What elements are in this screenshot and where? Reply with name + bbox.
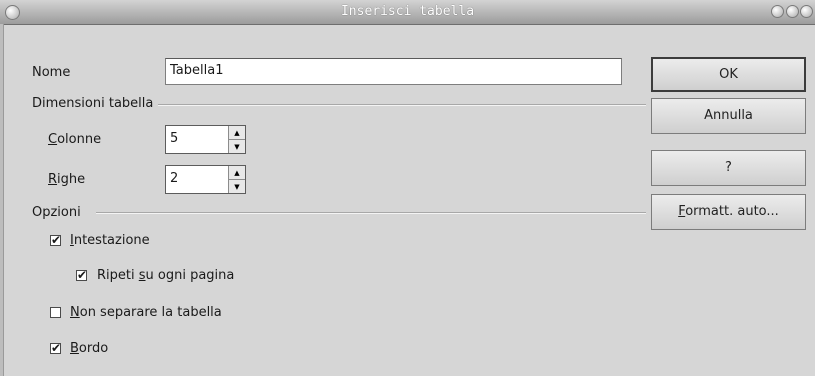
- columns-down-arrow-icon[interactable]: ▼: [229, 140, 245, 154]
- rows-spinbox[interactable]: 2 ▲ ▼: [165, 165, 246, 194]
- options-section-title: Opzioni: [32, 205, 81, 220]
- border-label-text: ordo: [78, 341, 109, 356]
- window-frame: [0, 24, 4, 376]
- repeat-heading-label-mnemonic: s: [138, 268, 146, 283]
- name-input-value: Tabella1: [170, 63, 224, 78]
- heading-label[interactable]: Intestazione: [70, 233, 150, 248]
- rows-label: Righe: [48, 172, 85, 187]
- border-label[interactable]: Bordo: [70, 341, 108, 356]
- dimensions-separator: [158, 104, 646, 106]
- border-label-mnemonic: B: [70, 341, 79, 356]
- autoformat-button-text: ormatt. auto...: [685, 204, 779, 219]
- columns-label-mnemonic: C: [48, 132, 58, 147]
- rows-label-text: ighe: [57, 172, 86, 187]
- rows-spin-arrows: ▲ ▼: [228, 166, 245, 193]
- rows-up-arrow-icon[interactable]: ▲: [229, 166, 245, 180]
- heading-checkbox[interactable]: ✔: [50, 234, 61, 246]
- no-split-label[interactable]: Non separare la tabella: [70, 305, 222, 320]
- rows-value: 2: [170, 171, 179, 186]
- name-label: Nome: [32, 65, 71, 80]
- border-checkbox[interactable]: ✔: [50, 342, 61, 354]
- minimize-icon[interactable]: [771, 5, 784, 18]
- repeat-heading-label-pre: Ripeti: [97, 268, 139, 283]
- autoformat-button[interactable]: Formatt. auto...: [651, 194, 806, 230]
- repeat-heading-checkbox[interactable]: ✔: [76, 269, 87, 281]
- close-icon[interactable]: [800, 5, 813, 18]
- name-input[interactable]: Tabella1: [165, 58, 622, 85]
- maximize-icon[interactable]: [786, 5, 799, 18]
- cancel-button[interactable]: Annulla: [651, 98, 806, 134]
- title-bar[interactable]: Inserisci tabella: [0, 0, 815, 25]
- rows-label-mnemonic: R: [48, 172, 58, 187]
- no-split-checkbox[interactable]: [50, 307, 61, 318]
- columns-label: Colonne: [48, 132, 101, 147]
- repeat-heading-label-text: u ogni pagina: [145, 268, 235, 283]
- heading-label-text: ntestazione: [73, 233, 150, 248]
- repeat-heading-label[interactable]: Ripeti su ogni pagina: [97, 268, 234, 283]
- no-split-label-text: on separare la tabella: [79, 305, 222, 320]
- dimensions-section-title: Dimensioni tabella: [32, 96, 154, 111]
- options-separator: [96, 212, 646, 214]
- columns-spin-arrows: ▲ ▼: [228, 126, 245, 153]
- columns-value: 5: [170, 131, 179, 146]
- rows-down-arrow-icon[interactable]: ▼: [229, 180, 245, 194]
- columns-up-arrow-icon[interactable]: ▲: [229, 126, 245, 140]
- help-button[interactable]: ?: [651, 150, 806, 186]
- no-split-label-mnemonic: N: [70, 305, 80, 320]
- ok-button[interactable]: OK: [651, 57, 806, 92]
- window-title: Inserisci tabella: [340, 4, 475, 19]
- columns-label-text: olonne: [57, 132, 102, 147]
- columns-spinbox[interactable]: 5 ▲ ▼: [165, 125, 246, 154]
